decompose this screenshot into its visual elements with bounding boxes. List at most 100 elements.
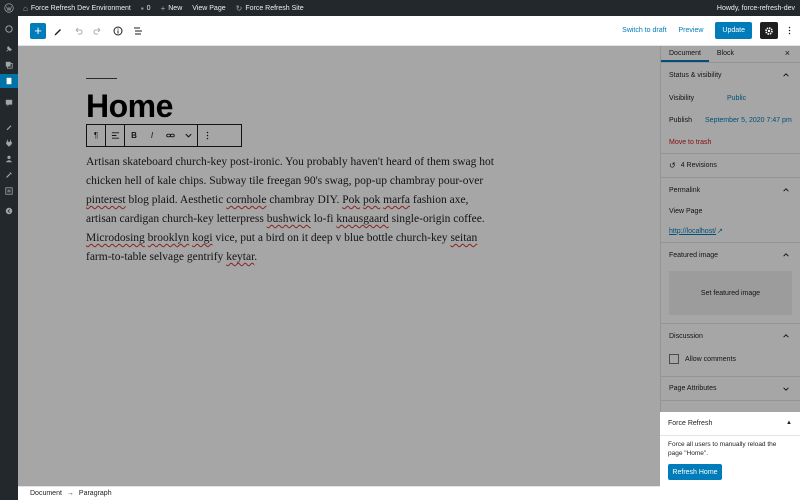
account-menu[interactable]: Howdy, force-refresh-dev [712, 0, 800, 16]
redo-button[interactable] [90, 23, 106, 39]
new-label: New [168, 4, 183, 12]
more-formatting-button[interactable] [179, 125, 197, 146]
visibility-value[interactable]: Public [727, 95, 746, 102]
post-title[interactable]: Home [86, 88, 173, 125]
misspelled-word: cornhole [226, 194, 267, 206]
italic-button[interactable]: I [143, 125, 161, 146]
publish-date[interactable]: September 5, 2020 7:47 pm [705, 117, 792, 124]
paragraph-text: chambray DIY. [266, 194, 343, 206]
settings-icon[interactable] [0, 184, 18, 198]
plugins-icon[interactable] [0, 136, 18, 150]
admin-menu [0, 16, 18, 500]
publish-label: Publish [669, 116, 692, 124]
triangle-up-icon: ▲ [786, 420, 792, 426]
force-refresh-toggle[interactable]: Force Refresh ▲ [660, 412, 800, 436]
bold-button[interactable]: B [125, 125, 143, 146]
pages-icon[interactable] [0, 74, 18, 88]
pin-icon[interactable] [0, 42, 18, 56]
link-icon [165, 133, 175, 138]
vertical-ellipsis-icon [788, 26, 790, 35]
discussion-panel: Discussion Allow comments [661, 324, 800, 377]
misspelled-word: kogi [192, 232, 213, 244]
comments-icon[interactable] [0, 96, 18, 110]
collapse-menu-icon[interactable] [0, 204, 18, 218]
switch-to-draft-button[interactable]: Switch to draft [622, 27, 666, 34]
chevron-up-icon [782, 186, 790, 196]
block-navigation-button[interactable] [130, 23, 146, 39]
content-info-button[interactable] [110, 23, 126, 39]
vertical-ellipsis-icon [206, 131, 208, 140]
appearance-icon[interactable] [0, 120, 18, 134]
sidebar-tabs: Document Block × [661, 46, 800, 63]
plus-icon: + [160, 3, 166, 13]
page-attributes-toggle[interactable]: Page Attributes [661, 377, 800, 401]
tools-button[interactable] [50, 23, 66, 39]
chevron-up-icon [782, 332, 790, 342]
comments-count: 0 [146, 4, 151, 12]
media-icon[interactable] [0, 58, 18, 72]
status-visibility-toggle[interactable]: Status & visibility [661, 63, 800, 87]
more-options-button[interactable] [782, 22, 796, 39]
paragraph-block[interactable]: Artisan skateboard church-key post-ironi… [86, 153, 498, 267]
add-block-button[interactable]: + [30, 22, 46, 39]
bold-icon: B [131, 131, 137, 140]
permalink-url[interactable]: http://localhost/ [669, 228, 716, 235]
discussion-toggle[interactable]: Discussion [661, 324, 800, 348]
editor-header: + Switch to draft Preview Update [18, 16, 800, 46]
force-refresh-panel: Force Refresh ▲ Force all users to manua… [660, 412, 800, 500]
visibility-label: Visibility [669, 94, 695, 102]
chevron-down-icon [782, 385, 790, 395]
howdy-label: Howdy, force-refresh-dev [716, 4, 795, 12]
misspelled-word: bushwick [266, 213, 311, 225]
set-featured-image-button[interactable]: Set featured image [669, 271, 792, 315]
site-name-link[interactable]: ⌂ Force Refresh Dev Environment [18, 0, 136, 16]
gear-icon [765, 26, 773, 35]
permalink-toggle[interactable]: Permalink [661, 178, 800, 202]
allow-comments-checkbox[interactable] [669, 354, 679, 364]
update-button[interactable]: Update [715, 22, 752, 39]
close-icon[interactable]: × [785, 48, 790, 58]
new-content-link[interactable]: + New [156, 0, 188, 16]
link-button[interactable] [161, 125, 179, 146]
move-to-trash-button[interactable]: Move to trash [661, 131, 800, 153]
users-icon[interactable] [0, 152, 18, 166]
revisions-link[interactable]: ↺ 4 Revisions [661, 154, 800, 178]
list-icon [134, 27, 142, 34]
paragraph-text: Artisan skateboard church-key post-ironi… [86, 156, 494, 187]
title-separator [86, 78, 117, 79]
home-icon: ⌂ [23, 3, 28, 13]
visibility-row: Visibility Public [661, 87, 800, 109]
pilcrow-icon: ¶ [93, 131, 99, 140]
misspelled-word: keytar [226, 251, 255, 263]
wordpress-logo-icon[interactable] [0, 0, 18, 16]
block-options-button[interactable] [198, 125, 216, 146]
allow-comments-row: Allow comments [661, 348, 800, 370]
force-refresh-site-link[interactable]: ↻ Force Refresh Site [231, 0, 309, 16]
paragraph-text: . [254, 251, 258, 263]
undo-button[interactable] [70, 23, 86, 39]
breadcrumb-arrow-icon: → [66, 490, 74, 497]
tab-block[interactable]: Block [709, 50, 742, 62]
refresh-home-button[interactable]: Refresh Home [668, 464, 722, 480]
settings-button[interactable] [760, 22, 778, 39]
paragraph-text: vice, put a bird on it deep v blue bottl… [212, 232, 451, 244]
comments-link[interactable]: ▪ 0 [136, 0, 156, 16]
paragraph-text: lo-fi [310, 213, 337, 225]
editor-canvas: Home ¶ B I Artisan skateboard church-key… [18, 46, 660, 486]
breadcrumb-paragraph[interactable]: Paragraph [79, 490, 112, 497]
breadcrumb-document[interactable]: Document [30, 490, 62, 497]
tab-document[interactable]: Document [661, 50, 709, 62]
site-name-label: Force Refresh Dev Environment [30, 4, 131, 12]
paragraph-block-switcher[interactable]: ¶ [87, 125, 105, 146]
view-page-label: View Page [192, 4, 226, 12]
align-button[interactable] [106, 125, 124, 146]
tools-icon[interactable] [0, 168, 18, 182]
misspelled-word: Microdosing [86, 232, 145, 244]
chevron-up-icon [782, 71, 790, 81]
preview-button[interactable]: Preview [679, 27, 704, 34]
view-page-link[interactable]: View Page [187, 0, 230, 16]
admin-bar: ⌂ Force Refresh Dev Environment ▪ 0 + Ne… [0, 0, 800, 16]
featured-image-toggle[interactable]: Featured image [661, 243, 800, 267]
dashboard-icon[interactable] [0, 22, 18, 36]
misspelled-word: pok [363, 194, 381, 206]
